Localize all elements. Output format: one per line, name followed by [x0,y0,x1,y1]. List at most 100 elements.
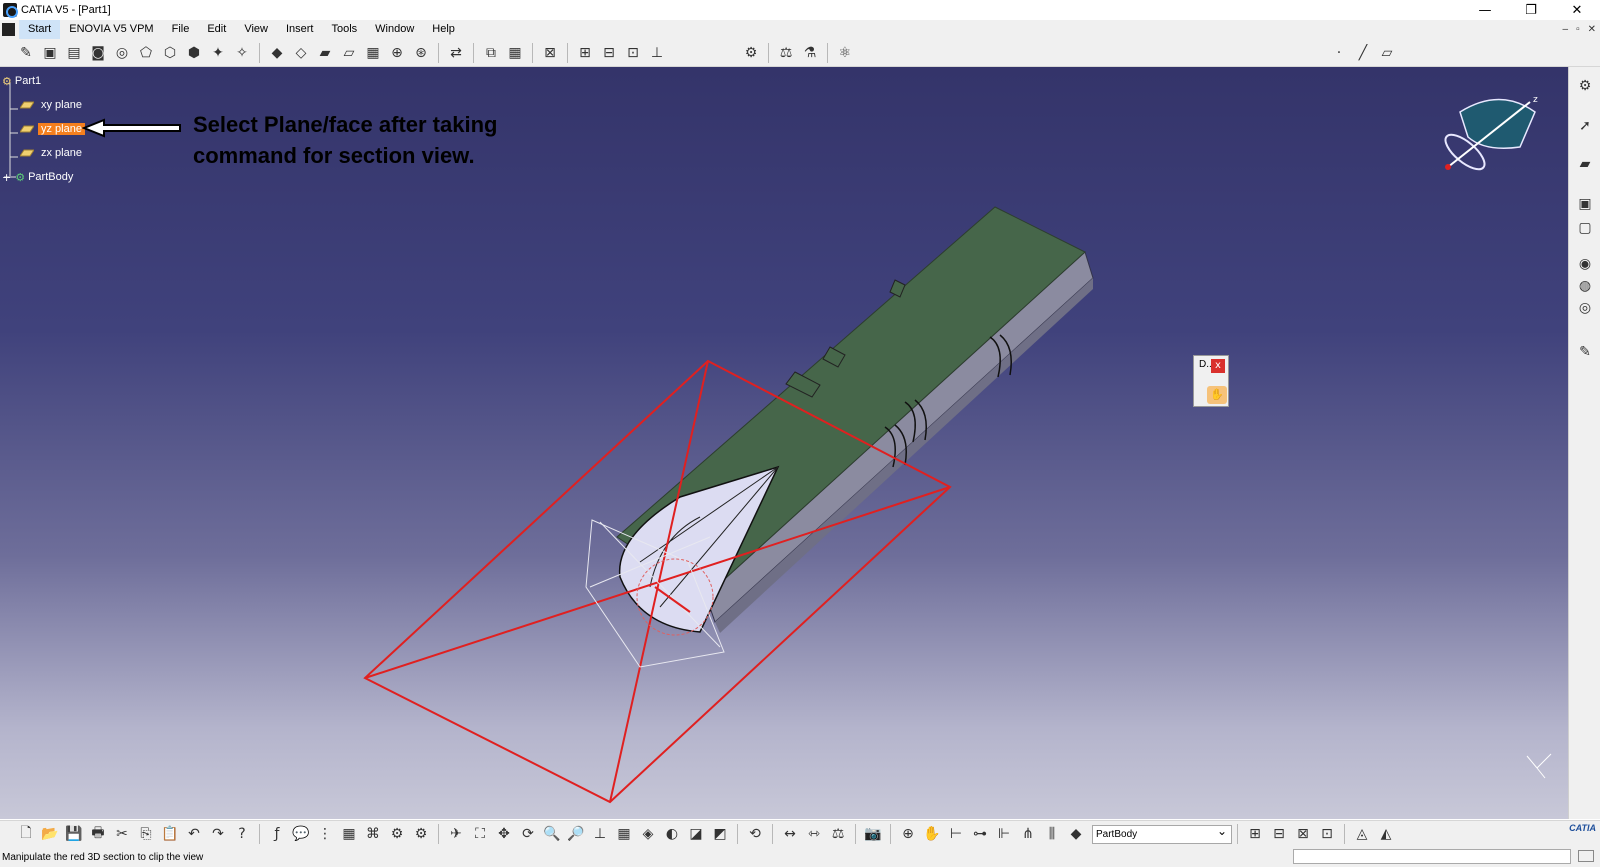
shaft-icon[interactable]: ◎ [111,42,133,64]
close-button[interactable]: ✕ [1554,0,1600,20]
body-icon[interactable]: ◆ [1065,823,1087,845]
mirror-icon[interactable]: ⧉ [480,42,502,64]
save-icon[interactable]: 💾 [63,823,85,845]
draft-analysis-icon[interactable]: ◍ [1574,275,1596,297]
menu-insert[interactable]: Insert [277,20,323,39]
annotation-icon[interactable]: ✎ [1574,341,1596,363]
menu-start[interactable]: Start [19,20,61,39]
filter-icon[interactable]: ⫼ [1041,823,1063,845]
surface-extract-icon[interactable]: ◭ [1375,823,1397,845]
fly-mode-icon[interactable]: ✈ [445,823,467,845]
axis-system-icon[interactable]: ⊕ [897,823,919,845]
rotate-icon[interactable]: ⟳ [517,823,539,845]
zoom-in-icon[interactable]: 🔍 [541,823,563,845]
menu-file[interactable]: File [163,20,199,39]
mass-icon[interactable]: ⚖ [827,823,849,845]
positioned-sketch-icon[interactable]: ▣ [39,42,61,64]
iso-view-icon[interactable]: ◈ [637,823,659,845]
translate-icon[interactable]: ⇄ [445,42,467,64]
catalog-icon[interactable]: ⌘ [362,823,384,845]
catia-menu-icon[interactable] [2,23,15,36]
open-folder-icon[interactable]: 📂 [39,823,61,845]
macro-icon[interactable]: ⚙ [386,823,408,845]
thickness-icon[interactable]: ▦ [362,42,384,64]
settings-gear-icon[interactable]: ⚙ [1574,75,1596,97]
fillet-icon[interactable]: ◆ [266,42,288,64]
tree-item-yz-plane[interactable]: yz plane [20,121,85,137]
minimize-button[interactable]: — [1462,0,1508,20]
measure-between-icon[interactable]: ↔ [779,823,801,845]
tree-toggle-icon[interactable]: ⋔ [1017,823,1039,845]
curvature-icon[interactable]: ◎ [1574,297,1596,319]
measure-item-icon[interactable]: ⚗ [799,42,821,64]
part-geometry[interactable] [0,67,1568,819]
swap-visible-icon[interactable]: ◩ [709,823,731,845]
mdi-minimize-button[interactable]: – [1563,20,1569,39]
paste-icon[interactable]: 📋 [159,823,181,845]
new-file-icon[interactable]: 🗋 [15,823,37,845]
plane-icon[interactable]: ▱ [1376,42,1398,64]
ruler-icon[interactable]: ⊶ [969,823,991,845]
restore-button[interactable]: ❐ [1508,0,1554,20]
boolean-op-icon[interactable]: ⊟ [1268,823,1290,845]
boolean-icon[interactable]: ⊞ [574,42,596,64]
swap-space-icon[interactable]: ▢ [1574,217,1596,239]
sectioning-hand-icon[interactable]: ✋ [1207,386,1227,404]
cut-icon[interactable]: ✂ [111,823,133,845]
remove-section-icon[interactable]: ✧ [231,42,253,64]
mdi-close-button[interactable]: ✕ [1588,20,1596,39]
surface-icon[interactable]: ◬ [1351,823,1373,845]
menu-view[interactable]: View [235,20,277,39]
pan-icon[interactable]: ✥ [493,823,515,845]
draft-icon[interactable]: ▰ [314,42,336,64]
analysis-icon[interactable]: ◉ [1574,253,1596,275]
update-icon[interactable]: ⟲ [744,823,766,845]
comment-icon[interactable]: 💬 [290,823,312,845]
pad-icon[interactable]: ▤ [63,42,85,64]
formula-icon[interactable]: ƒ [266,823,288,845]
hide-icon[interactable]: ◪ [685,823,707,845]
print-icon[interactable]: 🖶 [87,823,109,845]
expand-icon[interactable]: + [2,171,11,184]
menu-enovia[interactable]: ENOVIA V5 VPM [60,20,162,39]
hole-icon[interactable]: ⊕ [386,42,408,64]
fit-all-icon[interactable]: ⛶ [469,823,491,845]
zoom-out-icon[interactable]: 🔎 [565,823,587,845]
multi-view-icon[interactable]: ▦ [613,823,635,845]
tree-item-xy-plane[interactable]: xy plane [20,97,85,113]
parameter-icon[interactable]: ⋮ [314,823,336,845]
sketch-icon[interactable]: ✎ [15,42,37,64]
assemble-body-icon[interactable]: ⊠ [1292,823,1314,845]
undo-icon[interactable]: ↶ [183,823,205,845]
copy-icon[interactable]: ⎘ [135,823,157,845]
constraint-icon[interactable]: ⊥ [646,42,668,64]
multi-section-icon[interactable]: ✦ [207,42,229,64]
select-cursor-icon[interactable]: ➚ [1574,115,1596,137]
layer-icon[interactable]: ▰ [1574,153,1596,175]
knowledge-icon[interactable]: ⚛ [834,42,856,64]
tree-item-partbody[interactable]: + ⚙ PartBody [2,169,76,185]
assemble-icon[interactable]: ⊟ [598,42,620,64]
menu-edit[interactable]: Edit [198,20,235,39]
point-icon[interactable]: · [1328,42,1350,64]
tree-root-part1[interactable]: ⚙ Part1 [2,73,44,89]
line-icon[interactable]: ╱ [1352,42,1374,64]
body-select[interactable]: PartBody [1092,823,1232,844]
measure-icon[interactable]: ⚖ [775,42,797,64]
knowledge-expert-icon[interactable]: ⚙ [410,823,432,845]
apply-material-icon[interactable]: ⚙ [740,42,762,64]
normal-view-icon[interactable]: ⊥ [589,823,611,845]
whats-this-icon[interactable]: ? [231,823,253,845]
stiffener-icon[interactable]: ⬢ [183,42,205,64]
command-input[interactable] [1293,849,1571,864]
redo-icon[interactable]: ↷ [207,823,229,845]
pocket-icon[interactable]: ◙ [87,42,109,64]
insert-body-icon[interactable]: ⊞ [1244,823,1266,845]
menu-help[interactable]: Help [423,20,464,39]
compass-icon[interactable]: z [1440,92,1550,187]
grab-icon[interactable]: ✋ [921,823,943,845]
capture-icon[interactable]: 📷 [862,823,884,845]
measure-item2-icon[interactable]: ⇿ [803,823,825,845]
constraint2-icon[interactable]: ⊩ [993,823,1015,845]
scaling-icon[interactable]: ⊠ [539,42,561,64]
